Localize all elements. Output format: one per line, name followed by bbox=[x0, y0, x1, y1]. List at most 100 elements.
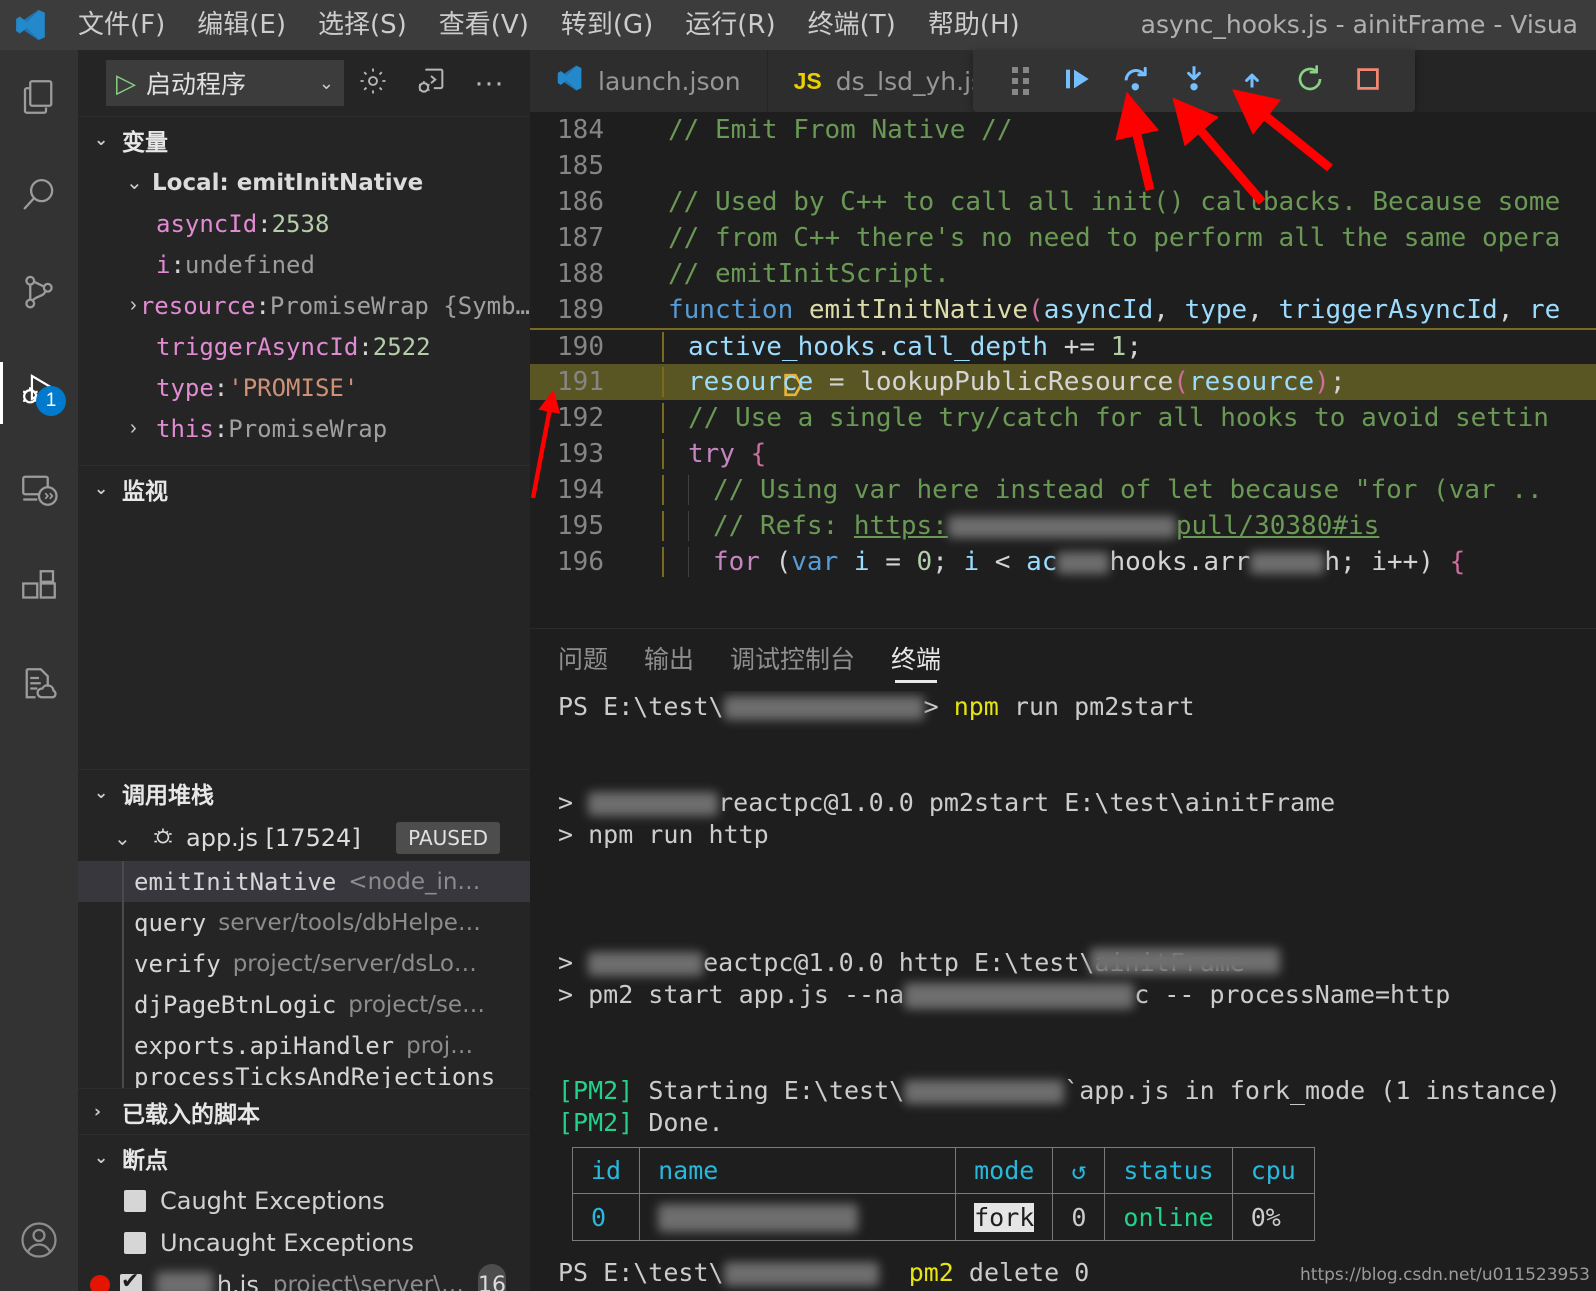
breakpoint-row-caught-exceptions[interactable]: Caught Exceptions bbox=[78, 1180, 530, 1222]
chevron-down-icon[interactable]: ⌄ bbox=[114, 826, 140, 851]
menu-help[interactable]: 帮助(H) bbox=[912, 0, 1036, 50]
frame-function: verify bbox=[134, 949, 221, 978]
redacted-process-name bbox=[658, 1204, 859, 1232]
col-status: status bbox=[1104, 1147, 1233, 1194]
tab-terminal[interactable]: 终端 bbox=[891, 629, 941, 691]
line-number: 191 bbox=[557, 367, 604, 397]
callstack-frame-row[interactable]: query server/tools/dbHelpe… bbox=[78, 902, 530, 943]
breakpoint-row-uncaught-exceptions[interactable]: Uncaught Exceptions bbox=[78, 1222, 530, 1264]
activity-item-run-and-debug[interactable]: 1 bbox=[0, 344, 78, 442]
callstack-frame-row[interactable]: emitInitNative <node_in… bbox=[78, 861, 530, 902]
callstack-section-header[interactable]: ⌄ 调用堆栈 bbox=[78, 769, 530, 815]
watermark-url: https://blog.csdn.net/u011523953 bbox=[1300, 1265, 1590, 1285]
more-actions-button[interactable]: ··· bbox=[460, 60, 518, 106]
open-launch-json-button[interactable] bbox=[344, 60, 402, 106]
chevron-down-icon[interactable]: ⌄ bbox=[319, 73, 334, 94]
variables-section-header[interactable]: ⌄ 变量 bbox=[78, 116, 530, 162]
breakpoints-header[interactable]: ⌄ 断点 bbox=[78, 1134, 530, 1180]
cell-id: 0 bbox=[571, 1193, 641, 1241]
code-line: 187 // from C++ there's no need to perfor… bbox=[530, 220, 1596, 256]
loaded-scripts-header[interactable]: › 已载入的脚本 bbox=[78, 1088, 530, 1134]
menu-go[interactable]: 转到(G) bbox=[545, 0, 669, 50]
variable-value: 2522 bbox=[372, 332, 431, 361]
activity-item-accounts[interactable] bbox=[0, 1193, 78, 1291]
code-line: 192// Use a single try/catch for all hoo… bbox=[530, 400, 1596, 436]
callstack-frame-row[interactable]: processTicksAndRejections bbox=[78, 1066, 530, 1088]
menu-selection[interactable]: 选择(S) bbox=[302, 0, 423, 50]
chevron-down-icon[interactable]: ⌄ bbox=[94, 1148, 112, 1168]
chevron-down-icon[interactable]: ⌄ bbox=[126, 170, 152, 195]
chevron-right-icon[interactable]: › bbox=[130, 294, 140, 317]
line-content: // Use a single try/catch for all hooks … bbox=[662, 403, 1596, 433]
gutter-breakpoint[interactable] bbox=[626, 337, 803, 427]
variable-name: type bbox=[156, 373, 214, 402]
play-triangle-icon[interactable]: ▷ bbox=[116, 70, 136, 96]
debug-step-over-button[interactable] bbox=[1107, 50, 1165, 112]
cell-mode: fork bbox=[955, 1193, 1054, 1241]
debug-continue-button[interactable] bbox=[1049, 50, 1107, 112]
chevron-right-icon[interactable]: › bbox=[130, 417, 156, 440]
variables-scope-row[interactable]: ⌄ Local: emitInitNative bbox=[78, 162, 530, 203]
code-editor[interactable]: 184 // Emit From Native // 185 186 // Used… bbox=[530, 112, 1596, 628]
variable-row[interactable]: type: 'PROMISE' bbox=[78, 367, 530, 408]
callstack-thread-row[interactable]: ⌄ app.js [17524] PAUSED bbox=[78, 815, 530, 861]
callstack-frame-row[interactable]: djPageBtnLogic project/se… bbox=[78, 984, 530, 1025]
code-line: 195 // Refs: https: pull/30380#is bbox=[530, 508, 1596, 544]
variable-row[interactable]: › resource: PromiseWrap {Symb… bbox=[78, 285, 530, 326]
variables-section: ⌄ 变量 ⌄ Local: emitInitNative asyncId: 25… bbox=[78, 116, 530, 449]
debug-restart-button[interactable] bbox=[1281, 50, 1339, 112]
line-content: // from C++ there's no need to perform a… bbox=[668, 223, 1561, 253]
tab-launch-json[interactable]: launch.json bbox=[530, 50, 768, 112]
variable-row[interactable]: asyncId: 2538 bbox=[78, 203, 530, 244]
step-into-icon bbox=[1177, 62, 1211, 101]
activity-item-cloud-sync[interactable] bbox=[0, 638, 78, 736]
debug-stop-button[interactable] bbox=[1339, 50, 1397, 112]
tab-debug-console[interactable]: 调试控制台 bbox=[730, 629, 855, 691]
menu-file[interactable]: 文件(F) bbox=[62, 0, 181, 50]
chevron-down-icon[interactable]: ⌄ bbox=[94, 783, 112, 803]
stack-indent-guide bbox=[122, 1025, 124, 1066]
variables-title: 变量 bbox=[122, 129, 168, 156]
chevron-right-icon[interactable]: › bbox=[94, 1102, 112, 1122]
debug-console-button[interactable] bbox=[402, 60, 460, 106]
variable-row[interactable]: triggerAsyncId: 2522 bbox=[78, 326, 530, 367]
callstack-frame-row[interactable]: exports.apiHandler proj… bbox=[78, 1025, 530, 1066]
chevron-down-icon[interactable]: ⌄ bbox=[94, 130, 112, 150]
debug-toolbar-drag-handle[interactable] bbox=[991, 50, 1049, 112]
account-person-icon bbox=[17, 1218, 61, 1267]
activity-item-search[interactable] bbox=[0, 148, 78, 246]
stack-indent-guide bbox=[122, 1066, 124, 1088]
debug-console-icon bbox=[414, 64, 448, 103]
terminal-output[interactable]: PS E:\test\ > npm run pm2start > reactpc@… bbox=[530, 691, 1596, 1291]
activity-item-source-control[interactable] bbox=[0, 246, 78, 344]
activity-item-extensions[interactable] bbox=[0, 540, 78, 638]
checkbox[interactable] bbox=[120, 1269, 142, 1291]
menu-run[interactable]: 运行(R) bbox=[669, 0, 791, 50]
debug-step-out-button[interactable] bbox=[1223, 50, 1281, 112]
line-content: // Used by C++ to call all init() callba… bbox=[668, 187, 1561, 217]
menu-view[interactable]: 查看(V) bbox=[423, 0, 545, 50]
breakpoint-row-file[interactable]: h.js project\server\… 16 bbox=[78, 1264, 530, 1291]
menu-edit[interactable]: 编辑(E) bbox=[181, 0, 302, 50]
line-number: 193 bbox=[557, 439, 604, 469]
variable-row[interactable]: › this: PromiseWrap bbox=[78, 408, 530, 449]
variable-value: undefined bbox=[184, 250, 315, 279]
watch-section-header[interactable]: ⌄ 监视 bbox=[78, 465, 530, 511]
activity-item-remote-explorer[interactable] bbox=[0, 442, 78, 540]
menu-bar[interactable]: 文件(F) 编辑(E) 选择(S) 查看(V) 转到(G) 运行(R) 终端(T… bbox=[62, 0, 1036, 50]
tab-output[interactable]: 输出 bbox=[644, 629, 694, 691]
cell-status: online bbox=[1104, 1193, 1233, 1241]
launch-configuration-dropdown[interactable]: ▷ 启动程序 ⌄ bbox=[106, 60, 344, 106]
redacted-path bbox=[904, 1080, 1065, 1104]
tab-problems[interactable]: 问题 bbox=[558, 629, 608, 691]
callstack-frame-row[interactable]: verify project/server/dsLo… bbox=[78, 943, 530, 984]
menu-terminal[interactable]: 终端(T) bbox=[792, 0, 912, 50]
frame-function: processTicksAndRejections bbox=[134, 1066, 496, 1088]
debug-step-into-button[interactable] bbox=[1165, 50, 1223, 112]
variable-row[interactable]: i: undefined bbox=[78, 244, 530, 285]
checkbox[interactable] bbox=[124, 1232, 146, 1254]
activity-item-explorer[interactable] bbox=[0, 50, 78, 148]
checkbox[interactable] bbox=[124, 1190, 146, 1212]
chevron-down-icon[interactable]: ⌄ bbox=[94, 479, 112, 499]
